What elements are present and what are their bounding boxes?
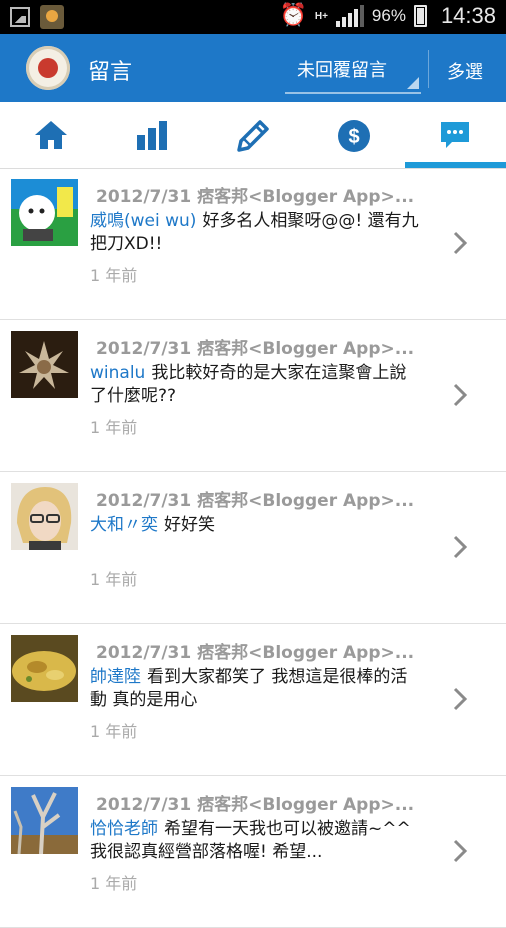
dollar-icon: $ xyxy=(337,120,370,152)
multi-select-button[interactable]: 多選 xyxy=(447,58,483,84)
chevron-right-icon[interactable] xyxy=(452,838,468,864)
comment-time: 1 年前 xyxy=(90,570,138,589)
avatar xyxy=(11,635,78,702)
comment-time: 1 年前 xyxy=(90,418,138,437)
avatar xyxy=(11,331,78,398)
chevron-right-icon[interactable] xyxy=(452,686,468,712)
list-item[interactable]: 2012/7/31 痞客邦<Blogger App>... 大和〃奕 好好笑 1 … xyxy=(0,472,506,624)
signal-strength-icon xyxy=(335,5,364,27)
chevron-right-icon[interactable] xyxy=(452,230,468,256)
comment-body: 帥達陸 看到大家都笑了 我想這是很棒的活動 真的是用心 xyxy=(90,666,420,712)
image-notification-icon xyxy=(10,7,30,27)
comment-list: 2012/7/31 痞客邦<Blogger App>... 威鳴(wei wu)… xyxy=(0,168,506,928)
network-type: H+ xyxy=(314,10,328,22)
list-item[interactable]: 2012/7/31 痞客邦<Blogger App>... winalu 我比較好… xyxy=(0,320,506,472)
status-bar: ⏰ H+ 96% 14:38 xyxy=(0,0,506,34)
list-item[interactable]: 2012/7/31 痞客邦<Blogger App>... 恰恰老師 希望有一天我… xyxy=(0,776,506,928)
comment-body: 恰恰老師 希望有一天我也可以被邀請~^^ 我很認真經營部落格喔! 希望... xyxy=(90,818,420,864)
list-item[interactable]: 2012/7/31 痞客邦<Blogger App>... 帥達陸 看到大家都笑了… xyxy=(0,624,506,776)
comment-time: 1 年前 xyxy=(90,874,138,893)
comment-meta: 2012/7/31 痞客邦<Blogger App>... xyxy=(96,795,415,815)
comment-body: winalu 我比較好奇的是大家在這聚會上說了什麼呢?? xyxy=(90,362,420,408)
avatar xyxy=(11,179,78,246)
page-title: 留言 xyxy=(88,60,133,85)
tab-home[interactable] xyxy=(0,102,101,168)
comment-meta: 2012/7/31 痞客邦<Blogger App>... xyxy=(96,187,415,207)
tab-bar: $ xyxy=(0,102,506,169)
alarm-clock-icon: ⏰ xyxy=(279,3,307,28)
tab-statistics[interactable] xyxy=(101,102,202,168)
comment-body: 威鳴(wei wu) 好多名人相聚呀@@! 還有九把刀XD!! xyxy=(90,210,420,256)
action-bar: 留言 未回覆留言 多選 xyxy=(0,34,506,102)
clock: 14:38 xyxy=(440,3,496,28)
list-item[interactable]: 2012/7/31 痞客邦<Blogger App>... 威鳴(wei wu)… xyxy=(0,168,506,320)
comment-filter-dropdown[interactable]: 未回覆留言 xyxy=(285,48,421,94)
chevron-right-icon[interactable] xyxy=(452,534,468,560)
comment-author[interactable]: 帥達陸 xyxy=(90,667,141,687)
comment-meta: 2012/7/31 痞客邦<Blogger App>... xyxy=(96,339,415,359)
comment-author[interactable]: 威鳴(wei wu) xyxy=(90,211,196,231)
comment-author[interactable]: 恰恰老師 xyxy=(90,819,158,839)
comment-body: 大和〃奕 好好笑 xyxy=(90,514,420,537)
comment-filter-label: 未回覆留言 xyxy=(297,60,387,81)
avatar xyxy=(11,787,78,854)
app-notification-icon xyxy=(40,5,64,29)
comment-time: 1 年前 xyxy=(90,722,138,741)
comment-meta: 2012/7/31 痞客邦<Blogger App>... xyxy=(96,643,415,663)
tab-comments[interactable] xyxy=(404,102,505,168)
svg-text:$: $ xyxy=(348,126,359,148)
comment-author[interactable]: 大和〃奕 xyxy=(90,515,158,535)
header-divider xyxy=(428,50,429,88)
avatar xyxy=(11,483,78,550)
chevron-right-icon[interactable] xyxy=(452,382,468,408)
comment-meta: 2012/7/31 痞客邦<Blogger App>... xyxy=(96,491,415,511)
comment-time: 1 年前 xyxy=(90,266,138,285)
comment-author[interactable]: winalu xyxy=(90,363,145,383)
battery-percent: 96% xyxy=(371,6,406,25)
dropdown-corner-icon xyxy=(407,77,419,89)
bar-chart-icon xyxy=(136,121,167,150)
tab-write-post[interactable] xyxy=(202,102,303,168)
tab-income[interactable]: $ xyxy=(303,102,404,168)
app-logo[interactable] xyxy=(26,46,70,90)
pencil-icon xyxy=(236,120,269,152)
comment-text: 好好笑 xyxy=(164,515,215,535)
battery-icon xyxy=(413,5,427,27)
comment-icon xyxy=(440,122,469,148)
home-icon xyxy=(34,121,67,149)
